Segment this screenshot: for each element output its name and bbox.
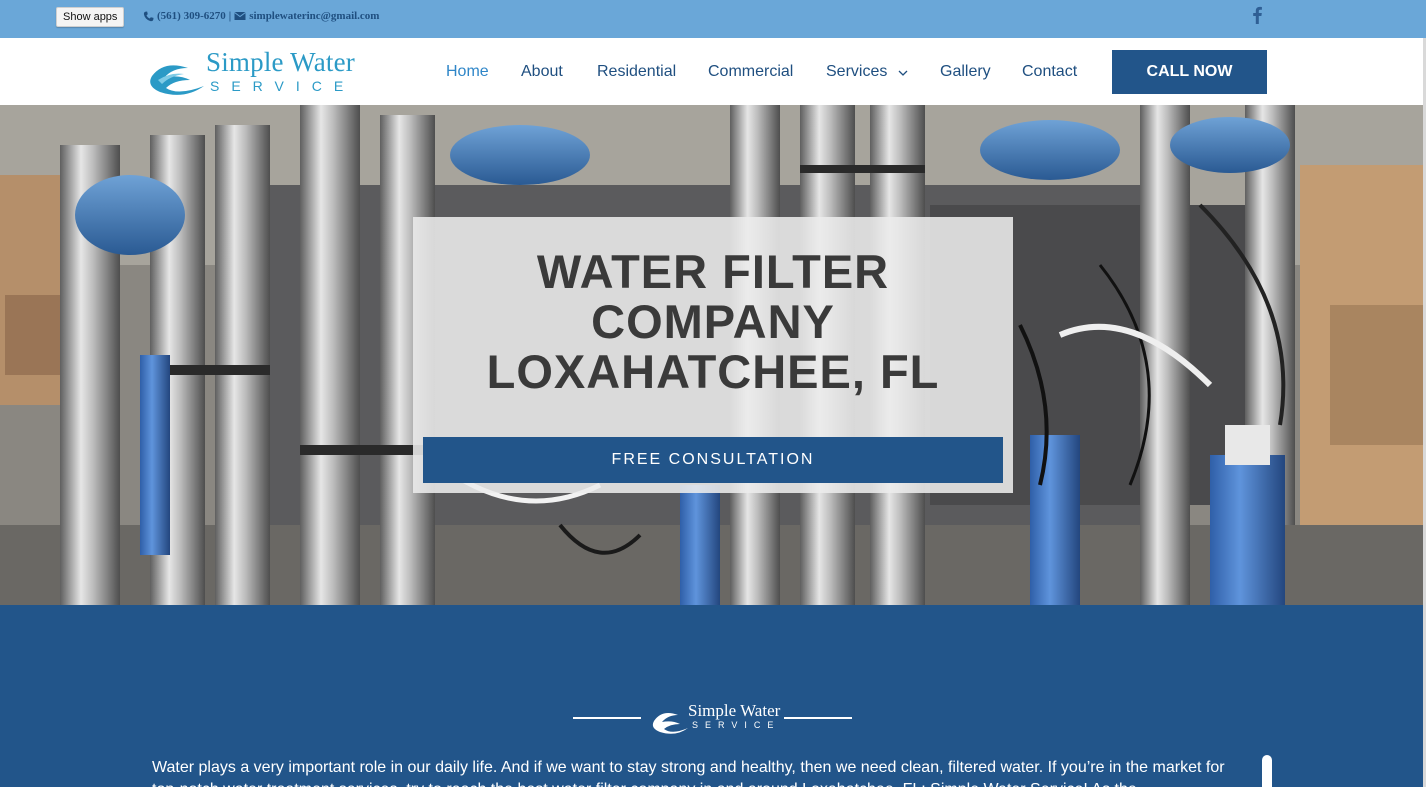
- call-now-button[interactable]: CALL NOW: [1112, 50, 1267, 94]
- facebook-icon[interactable]: [1251, 6, 1263, 24]
- hero-card: WATER FILTER COMPANY LOXAHATCHEE, FL FRE…: [413, 217, 1013, 493]
- free-consultation-button[interactable]: FREE CONSULTATION: [423, 437, 1003, 483]
- email-link[interactable]: simplewaterinc@gmail.com: [249, 10, 379, 22]
- section-logo-subtitle: SERVICE: [692, 720, 781, 730]
- logo-subtitle: SERVICE: [210, 78, 356, 94]
- divider-left: [573, 717, 641, 719]
- scrollbar-thumb[interactable]: [1262, 755, 1272, 787]
- wave-logo-icon: [150, 65, 204, 95]
- section-logo-title: Simple Water: [688, 701, 781, 720]
- separator: |: [228, 10, 232, 22]
- intro-paragraph: Water plays a very important role in our…: [152, 759, 1225, 787]
- nav-home[interactable]: Home: [446, 63, 489, 81]
- top-bar: Show apps (561) 309-6270 | simplewaterin…: [0, 0, 1426, 38]
- hero-banner: WATER FILTER COMPANY LOXAHATCHEE, FL FRE…: [0, 105, 1426, 605]
- intro-section: Simple Water SERVICE Water plays a very …: [0, 605, 1426, 787]
- hero-title: WATER FILTER COMPANY LOXAHATCHEE, FL: [413, 247, 1013, 397]
- section-logo: Simple Water SERVICE: [650, 701, 780, 735]
- hero-title-line: LOXAHATCHEE, FL: [486, 345, 940, 398]
- nav-residential[interactable]: Residential: [597, 63, 676, 81]
- nav-commercial[interactable]: Commercial: [708, 63, 793, 81]
- envelope-icon: [234, 12, 246, 20]
- hero-title-line: WATER FILTER: [536, 245, 890, 298]
- nav-gallery[interactable]: Gallery: [940, 63, 991, 81]
- logo-title: Simple Water: [206, 47, 355, 77]
- hero-title-line: COMPANY: [591, 295, 835, 348]
- phone-icon: [143, 10, 154, 21]
- phone-link[interactable]: (561) 309-6270: [157, 10, 226, 22]
- divider-right: [784, 717, 852, 719]
- nav-services[interactable]: Services: [826, 63, 887, 81]
- contact-info: (561) 309-6270 | simplewaterinc@gmail.co…: [143, 10, 379, 22]
- site-header: Simple Water SERVICE Home About Resident…: [0, 38, 1426, 105]
- wave-logo-icon: [652, 713, 688, 734]
- nav-contact[interactable]: Contact: [1022, 63, 1077, 81]
- show-apps-button[interactable]: Show apps: [56, 7, 125, 27]
- site-logo[interactable]: Simple Water SERVICE: [144, 46, 355, 96]
- chevron-down-icon[interactable]: [898, 69, 908, 77]
- nav-about[interactable]: About: [521, 63, 563, 81]
